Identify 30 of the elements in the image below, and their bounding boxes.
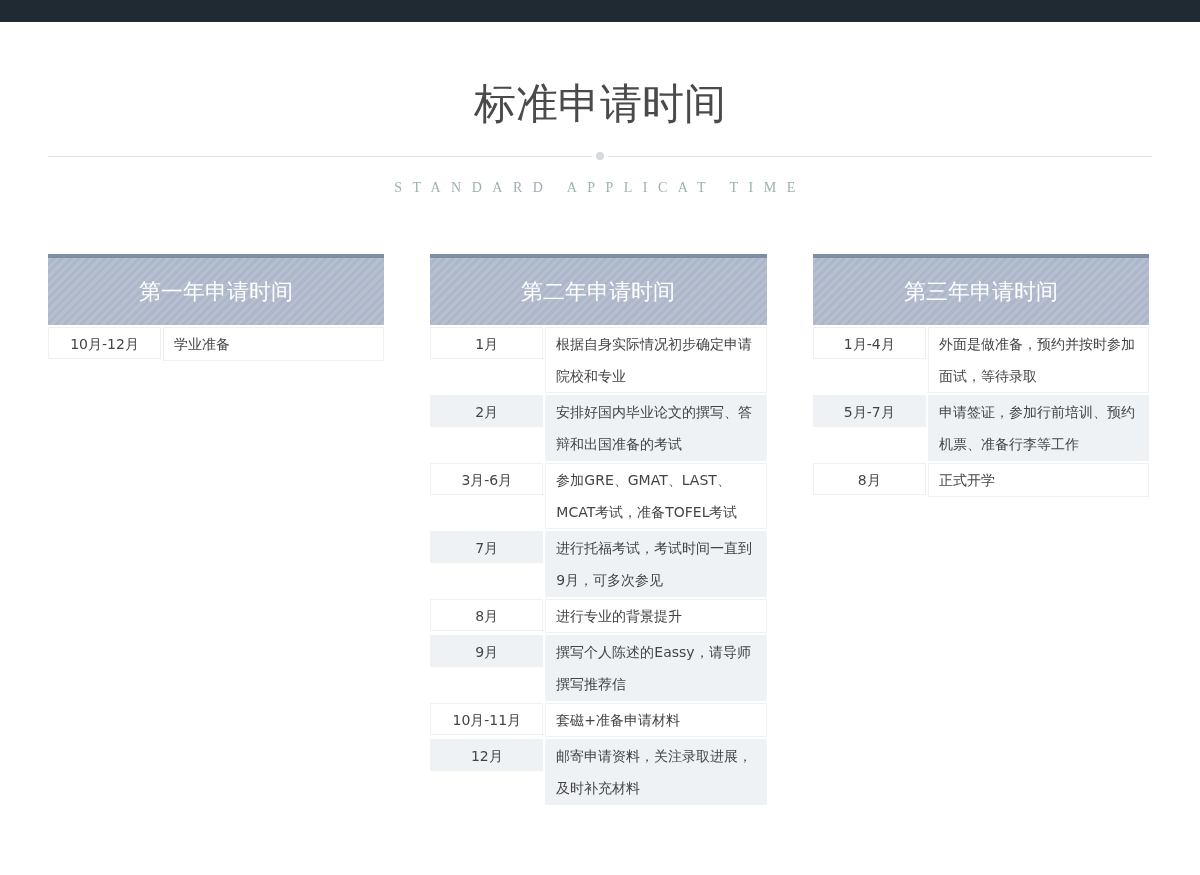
month-cell: 1月-4月 (812, 327, 926, 359)
month-cell: 8月 (812, 463, 926, 495)
task-cell: 进行托福考试，考试时间一直到9月，可多次参见 (545, 531, 767, 597)
task-cell: 撰写个人陈述的Eassy，请导师撰写推荐信 (545, 635, 767, 701)
month-cell: 9月 (430, 635, 544, 667)
column-heading: 第二年申请时间 (430, 254, 767, 325)
column-heading: 第一年申请时间 (48, 254, 385, 325)
month-cell: 2月 (430, 395, 544, 427)
task-cell: 邮寄申请资料，关注录取进展，及时补充材料 (545, 739, 767, 805)
column-heading: 第三年申请时间 (812, 254, 1149, 325)
task-cell: 根据自身实际情况初步确定申请院校和专业 (545, 327, 767, 393)
page-title: 标准申请时间 (473, 78, 727, 130)
month-cell: 5月-7月 (812, 395, 926, 427)
task-cell: 安排好国内毕业论文的撰写、答辩和出国准备的考试 (545, 395, 767, 461)
month-cell: 1月 (430, 327, 544, 359)
task-cell: 学业准备 (163, 327, 385, 361)
page-subtitle: STANDARD APPLICAT TIME (393, 180, 807, 196)
month-cell: 10月-11月 (430, 703, 544, 735)
month-cell: 3月-6月 (430, 463, 544, 495)
month-cell: 8月 (430, 599, 544, 631)
task-cell: 正式开学 (927, 463, 1149, 497)
task-cell: 外面是做准备，预约并按时参加面试，等待录取 (927, 327, 1149, 393)
task-cell: 进行专业的背景提升 (545, 599, 767, 633)
task-cell: 套磁+准备申请材料 (545, 703, 767, 737)
task-cell: 申请签证，参加行前培训、预约机票、准备行李等工作 (927, 395, 1149, 461)
month-cell: 7月 (430, 531, 544, 563)
divider-dot (596, 152, 604, 160)
month-cell: 12月 (430, 739, 544, 771)
task-cell: 参加GRE、GMAT、LAST、MCAT考试，准备TOFEL考试 (545, 463, 767, 529)
month-cell: 10月-12月 (48, 327, 161, 359)
